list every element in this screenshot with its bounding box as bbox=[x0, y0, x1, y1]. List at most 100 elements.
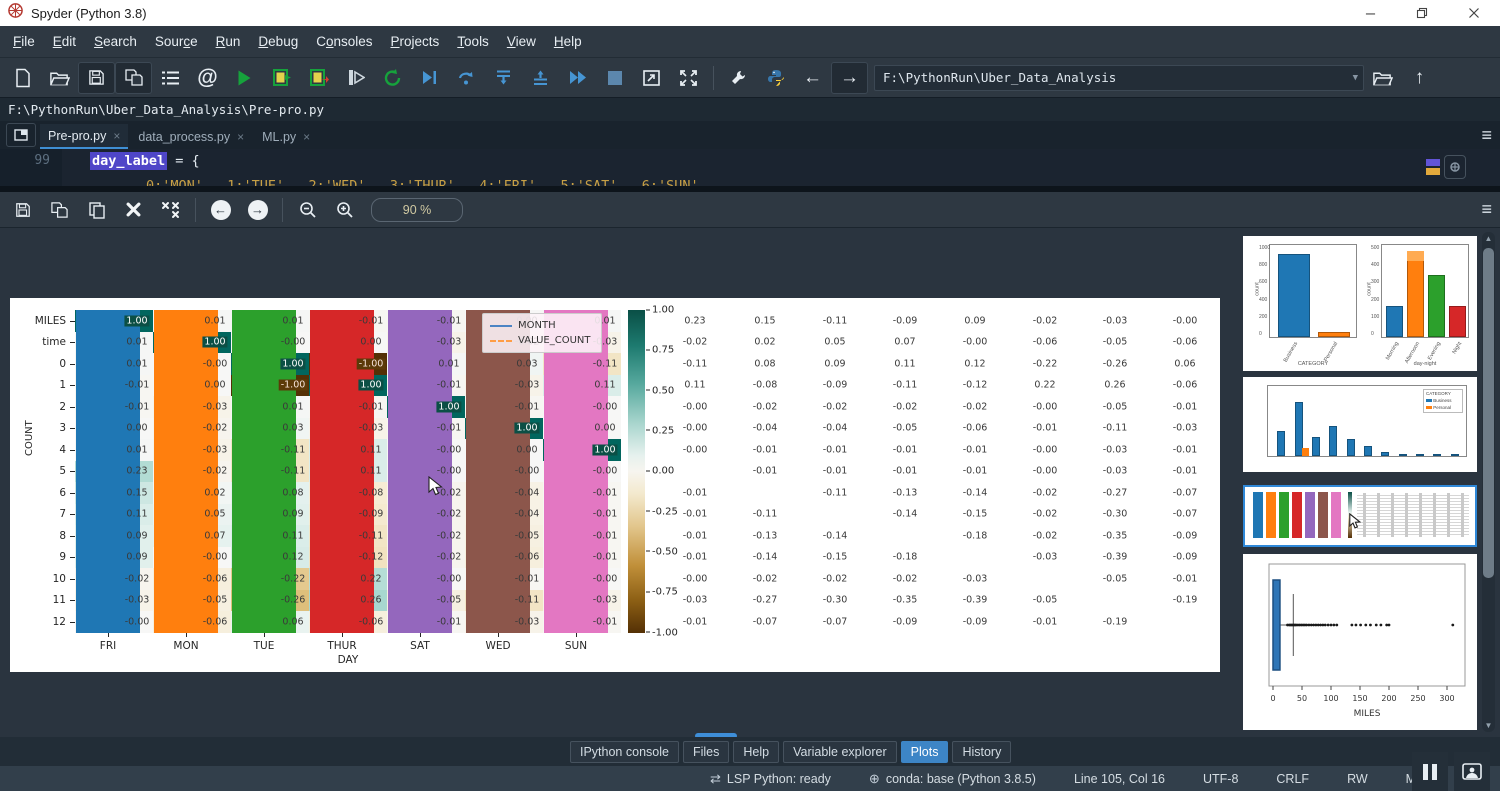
menu-help[interactable]: Help bbox=[545, 30, 591, 53]
annotation-value: -0.03 bbox=[203, 401, 228, 412]
tab-ml.py[interactable]: ML.py× bbox=[254, 124, 318, 149]
run-selection-icon[interactable] bbox=[337, 62, 374, 94]
run-icon[interactable] bbox=[226, 62, 263, 94]
browse-directory-icon[interactable] bbox=[1364, 62, 1401, 94]
menu-debug[interactable]: Debug bbox=[249, 30, 307, 53]
annotation-value: -0.19 bbox=[1103, 616, 1128, 627]
zoom-out-icon[interactable] bbox=[289, 194, 326, 226]
previous-plot-icon[interactable]: ← bbox=[202, 194, 239, 226]
annotation-value: 0.00 bbox=[204, 380, 225, 391]
thumbnail-scrollbar-thumb[interactable] bbox=[1483, 248, 1494, 578]
annotation-value: 0.15 bbox=[126, 487, 147, 498]
scroll-down-icon[interactable]: ▼ bbox=[1482, 721, 1495, 730]
browse-tabs-icon[interactable] bbox=[6, 123, 36, 147]
rerun-icon[interactable] bbox=[374, 62, 411, 94]
fullscreen-icon[interactable] bbox=[670, 62, 707, 94]
back-arrow-icon[interactable]: ← bbox=[794, 62, 831, 94]
x-tick-mark bbox=[264, 633, 265, 637]
zoom-in-icon[interactable] bbox=[326, 194, 363, 226]
save-icon[interactable] bbox=[78, 62, 115, 94]
thumbnail-miles-boxplot[interactable]: 050100150200250300MILES bbox=[1243, 554, 1477, 730]
annotation-value: -0.00 bbox=[683, 423, 708, 434]
step-into-icon[interactable] bbox=[485, 62, 522, 94]
plots-options-menu-icon[interactable]: ≡ bbox=[1481, 199, 1492, 220]
remove-plot-icon[interactable] bbox=[115, 194, 152, 226]
annotation-value: 0.08 bbox=[754, 358, 775, 369]
menu-file[interactable]: File bbox=[4, 30, 44, 53]
menu-tools[interactable]: Tools bbox=[448, 30, 498, 53]
tab-close-icon[interactable]: × bbox=[303, 130, 310, 144]
x-tick-mark bbox=[108, 633, 109, 637]
save-plot-icon[interactable] bbox=[4, 194, 41, 226]
annotation-value: 1.00 bbox=[124, 315, 149, 326]
new-file-icon[interactable] bbox=[4, 62, 41, 94]
step-over-icon[interactable] bbox=[448, 62, 485, 94]
pane-tab-files[interactable]: Files bbox=[683, 741, 729, 763]
copy-plot-icon[interactable] bbox=[78, 194, 115, 226]
menu-view[interactable]: View bbox=[498, 30, 545, 53]
editor-options-menu-icon[interactable]: ≡ bbox=[1481, 125, 1492, 146]
annotation-value: -0.05 bbox=[1103, 401, 1128, 412]
menu-edit[interactable]: Edit bbox=[44, 30, 85, 53]
menu-run[interactable]: Run bbox=[207, 30, 250, 53]
mini-bar bbox=[1433, 454, 1441, 456]
symbol-finder-icon[interactable]: @ bbox=[189, 62, 226, 94]
x-tick-mark bbox=[498, 633, 499, 637]
preferences-wrench-icon[interactable] bbox=[720, 62, 757, 94]
stop-icon[interactable] bbox=[596, 62, 633, 94]
annotation-value: -0.01 bbox=[437, 616, 462, 627]
mini-bar-accent bbox=[1302, 448, 1309, 456]
working-directory-field[interactable]: F:\PythonRun\Uber_Data_Analysis ▼ bbox=[874, 65, 1364, 91]
annotation-value: -0.06 bbox=[963, 423, 988, 434]
pane-tab-history[interactable]: History bbox=[952, 741, 1011, 763]
pane-tab-plots[interactable]: Plots bbox=[901, 741, 949, 763]
current-plot-figure[interactable]: MONTH VALUE_COUNT COUNT DAY 1.000.010.01… bbox=[10, 298, 1220, 672]
code-editor[interactable]: 99 day_label = { 0:'MON', 1:'TUE', 2:'WE… bbox=[0, 149, 1500, 186]
tab-data_process.py[interactable]: data_process.py× bbox=[130, 124, 252, 149]
thumbnail-purpose-bars[interactable]: CATEGORY Business Personal bbox=[1243, 377, 1477, 472]
tab-pre-pro.py[interactable]: Pre-pro.py× bbox=[40, 124, 128, 149]
run-cell-advance-icon[interactable] bbox=[300, 62, 337, 94]
file-switcher-icon[interactable] bbox=[152, 62, 189, 94]
annotation-value: -0.00 bbox=[125, 616, 150, 627]
pause-button[interactable] bbox=[1412, 752, 1448, 791]
maximize-pane-icon[interactable] bbox=[633, 62, 670, 94]
menu-search[interactable]: Search bbox=[85, 30, 146, 53]
continue-icon[interactable] bbox=[559, 62, 596, 94]
tab-close-icon[interactable]: × bbox=[113, 129, 120, 143]
restore-button[interactable] bbox=[1396, 0, 1448, 26]
tab-close-icon[interactable]: × bbox=[237, 130, 244, 144]
remove-all-plots-icon[interactable] bbox=[152, 194, 189, 226]
menu-consoles[interactable]: Consoles bbox=[307, 30, 381, 53]
parent-directory-icon[interactable]: ↑ bbox=[1401, 62, 1438, 94]
save-all-icon[interactable] bbox=[115, 62, 152, 94]
thumbnail-selected-heatmap[interactable] bbox=[1243, 485, 1477, 547]
menu-source[interactable]: Source bbox=[146, 30, 207, 53]
close-button[interactable] bbox=[1448, 0, 1500, 26]
legend-line-value-count bbox=[490, 340, 512, 342]
menu-projects[interactable]: Projects bbox=[382, 30, 449, 53]
annotation-value: -0.06 bbox=[203, 573, 228, 584]
zoom-level-field[interactable]: 90 % bbox=[371, 198, 463, 222]
annotation-value: -0.00 bbox=[593, 573, 618, 584]
mini-annotations bbox=[1357, 493, 1469, 537]
pythonpath-icon[interactable] bbox=[757, 62, 794, 94]
split-editor-icon[interactable] bbox=[1444, 155, 1466, 179]
forward-arrow-icon[interactable]: → bbox=[831, 62, 868, 94]
next-plot-icon[interactable]: → bbox=[239, 194, 276, 226]
thumbnail-scrollbar[interactable]: ▲ ▼ bbox=[1482, 232, 1495, 732]
screenshot-button[interactable] bbox=[1454, 752, 1490, 791]
pane-tab-ipython-console[interactable]: IPython console bbox=[570, 741, 679, 763]
step-return-icon[interactable] bbox=[522, 62, 559, 94]
debug-run-icon[interactable] bbox=[411, 62, 448, 94]
save-all-plots-icon[interactable] bbox=[41, 194, 78, 226]
open-file-icon[interactable] bbox=[41, 62, 78, 94]
minimize-button[interactable] bbox=[1344, 0, 1396, 26]
pane-tab-variable-explorer[interactable]: Variable explorer bbox=[783, 741, 897, 763]
scroll-up-icon[interactable]: ▲ bbox=[1482, 234, 1495, 243]
thumbnail-category-daynight[interactable]: BusinessPersonal10008006004002000CATEGOR… bbox=[1243, 236, 1477, 371]
cwd-dropdown-icon[interactable]: ▼ bbox=[1353, 73, 1358, 83]
run-cell-icon[interactable] bbox=[263, 62, 300, 94]
annotation-value: -0.11 bbox=[281, 466, 306, 477]
pane-tab-help[interactable]: Help bbox=[733, 741, 779, 763]
